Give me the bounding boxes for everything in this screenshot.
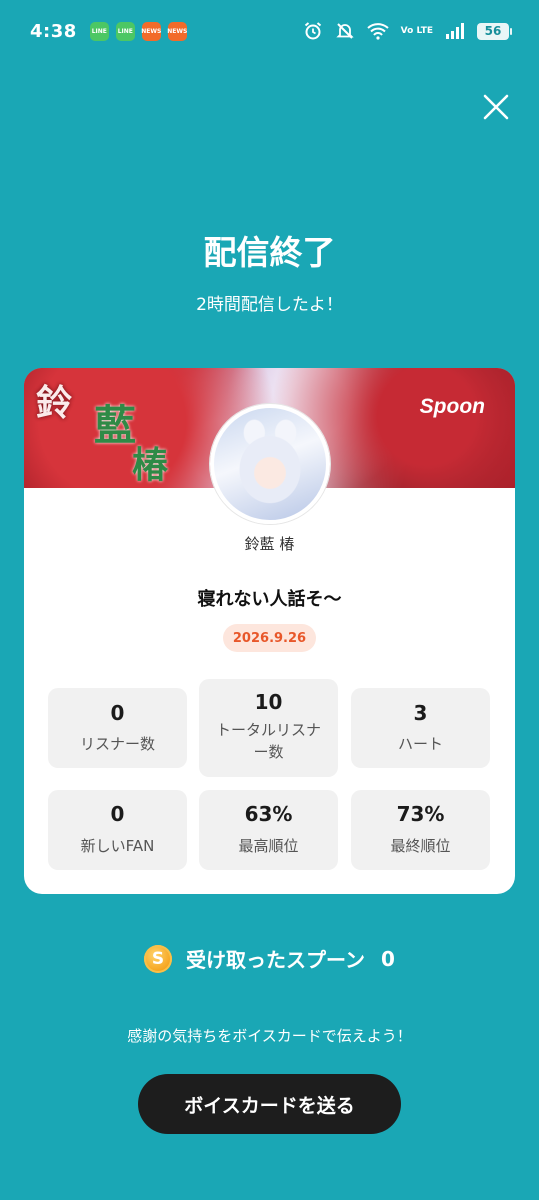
status-time: 4:38: [30, 20, 77, 42]
avatar: [210, 404, 330, 524]
stat-value: 0: [110, 701, 125, 725]
live-title: 寝れない人話そ～: [197, 589, 342, 610]
date-badge: 2026.9.26: [223, 624, 316, 652]
stat-final-rank: 73% 最終順位: [351, 790, 490, 870]
banner-calligraphy: 鈴: [36, 382, 73, 424]
stat-label: トータルリスナー数: [215, 721, 321, 761]
stat-total-listeners: 10 トータルリスナー数: [199, 679, 338, 777]
close-icon[interactable]: [481, 92, 511, 122]
stat-hearts: 3 ハート: [351, 688, 490, 768]
page-title: 配信終了: [203, 233, 336, 272]
app-icon: NEWS: [141, 21, 161, 41]
stat-value: 10: [254, 690, 283, 714]
page-subtitle: 2時間配信したよ！: [196, 295, 343, 315]
stat-label: ハート: [397, 735, 443, 753]
stat-new-fans: 0 新しいFAN: [48, 790, 187, 870]
line-icon: LINE: [89, 21, 109, 41]
alarm-icon: [304, 22, 321, 40]
app-icon: NEWS: [167, 21, 187, 41]
banner-calligraphy: 椿: [132, 444, 169, 486]
stat-value: 73%: [396, 802, 445, 826]
received-label: 受け取ったスプーン: [186, 948, 366, 972]
line-icon: LINE: [115, 21, 135, 41]
send-voice-card-button[interactable]: ボイスカードを送る: [138, 1074, 401, 1134]
received-count: 0: [381, 946, 395, 971]
username: 鈴藍 椿: [244, 535, 295, 553]
broadcast-result-card: 鈴 藍 椿 Spoon 鈴藍 椿 寝れない人話そ～ 2026.9.26 0 リス…: [24, 368, 515, 894]
signal-icon: [446, 23, 464, 39]
mute-bell-icon: [335, 23, 354, 39]
status-bar: 4:38 LINE LINE NEWS NEWS Vo LTE 56: [0, 0, 539, 62]
wifi-icon: [367, 23, 389, 40]
spoon-logo: Spoon: [419, 395, 485, 418]
stat-value: 0: [110, 802, 125, 826]
stat-best-rank: 63% 最高順位: [199, 790, 338, 870]
banner-calligraphy: 藍: [94, 401, 137, 450]
network-type: Vo LTE: [400, 25, 433, 36]
stat-value: 63%: [244, 802, 293, 826]
stat-value: 3: [413, 701, 428, 725]
stat-label: 最高順位: [238, 837, 299, 855]
battery-icon: 56: [477, 22, 512, 40]
stat-label: 新しいFAN: [80, 837, 155, 855]
system-icons: Vo LTE 56: [303, 21, 512, 41]
stat-listeners: 0 リスナー数: [48, 688, 187, 768]
received-spoons: S 受け取ったスプーン 0: [0, 944, 539, 973]
stat-label: 最終順位: [390, 837, 451, 855]
spoon-coin-icon: S: [144, 944, 173, 973]
thanks-message: 感謝の気持ちをボイスカードで伝えよう！: [127, 1027, 412, 1045]
notification-icons: LINE LINE NEWS NEWS: [89, 21, 187, 41]
stat-label: リスナー数: [79, 735, 155, 753]
